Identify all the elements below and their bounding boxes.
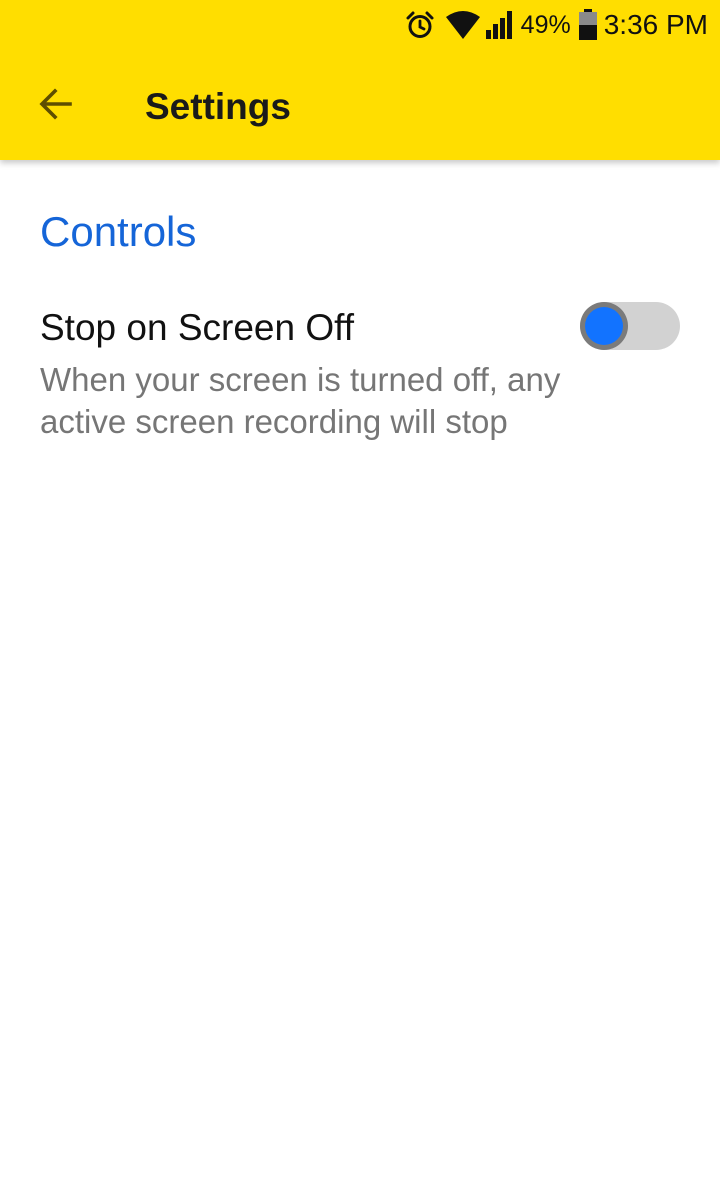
alarm-icon: [405, 10, 435, 40]
preference-summary: When your screen is turned off, any acti…: [40, 361, 561, 440]
page-title: Settings: [145, 86, 291, 127]
section-header-controls: Controls: [40, 208, 197, 255]
app-bar: 49% 3:36 PM Settings: [0, 0, 720, 160]
stop-on-screen-off-preference[interactable]: Stop on Screen Off When your screen is t…: [0, 286, 720, 496]
signal-icon: [485, 10, 515, 40]
status-icons: 49% 3:36 PM: [405, 6, 708, 44]
preference-title: Stop on Screen Off: [40, 307, 355, 348]
status-bar: 49% 3:36 PM: [0, 0, 720, 50]
wifi-icon: [445, 10, 481, 40]
stop-on-screen-off-toggle[interactable]: [580, 302, 680, 350]
clock: 3:36 PM: [603, 9, 708, 40]
battery-percent: 49%: [520, 10, 571, 39]
arrow-left-icon: [38, 86, 74, 127]
toggle-thumb: [580, 302, 628, 350]
battery-icon: [578, 9, 598, 41]
back-button[interactable]: [20, 72, 92, 140]
